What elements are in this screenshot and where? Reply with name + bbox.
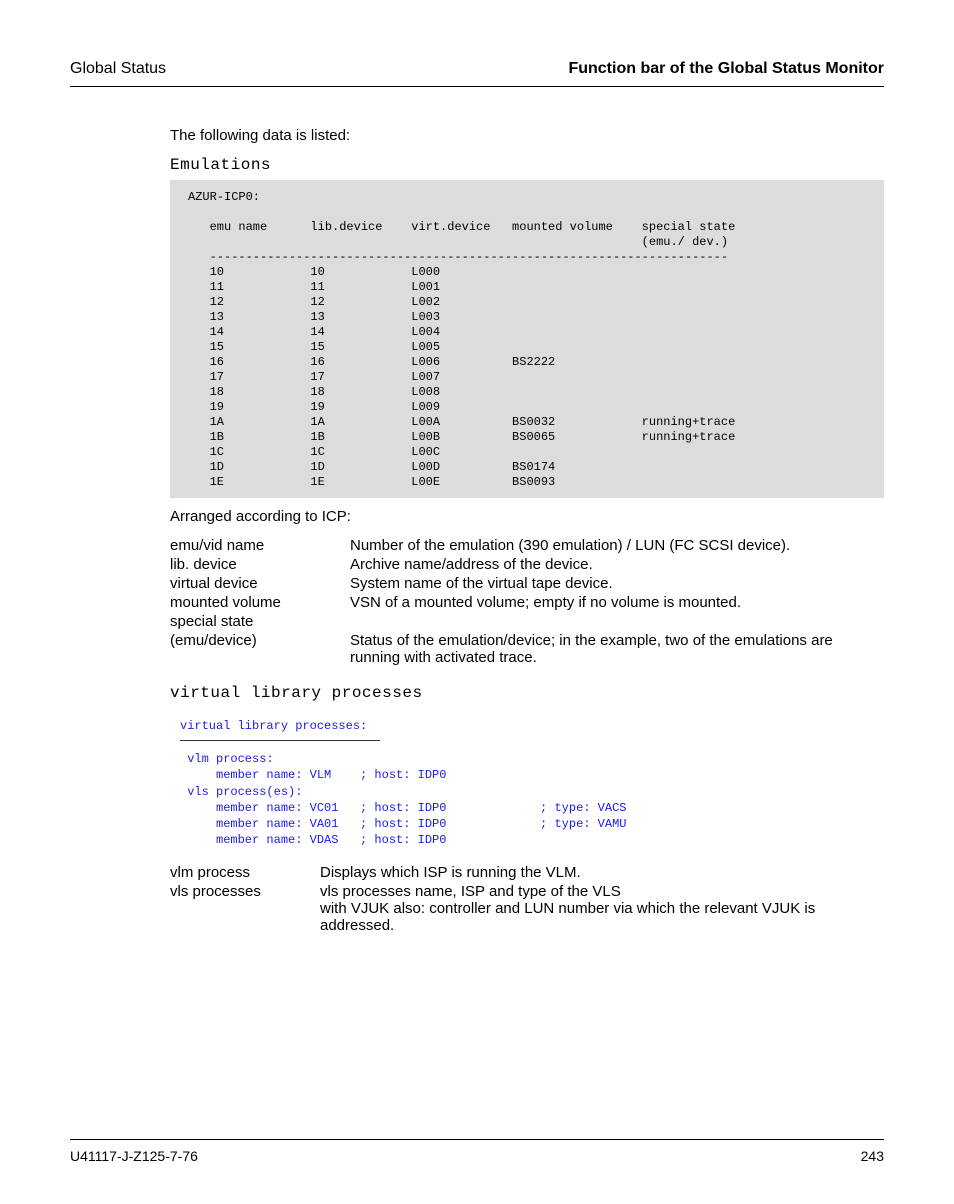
vlp-line: member name: VDAS ; host: IDP0 (180, 832, 644, 848)
definition-desc: Status of the emulation/device; in the e… (350, 632, 884, 666)
definition-desc: System name of the virtual tape device. (350, 575, 884, 592)
vlp-line: member name: VC01 ; host: IDP0 ; type: V… (180, 800, 644, 816)
footer-left: U41117-J-Z125-7-76 (70, 1148, 198, 1164)
page-content: The following data is listed: Emulations… (170, 127, 884, 1099)
definition-term: emu/vid name (170, 537, 350, 554)
definition-row: vls processesvls processes name, ISP and… (170, 883, 884, 934)
vlp-line: member name: VA01 ; host: IDP0 ; type: V… (180, 816, 644, 832)
definition-desc: Number of the emulation (390 emulation) … (350, 537, 884, 554)
arranged-text: Arranged according to ICP: (170, 508, 884, 525)
page-footer: U41117-J-Z125-7-76 243 (70, 1139, 884, 1164)
footer-right: 243 (861, 1148, 884, 1164)
definition-desc (350, 613, 884, 630)
header-right: Function bar of the Global Status Monito… (568, 60, 884, 78)
definition-row: vlm processDisplays which ISP is running… (170, 864, 884, 881)
definition-desc: Archive name/address of the device. (350, 556, 884, 573)
definition-row: (emu/device)Status of the emulation/devi… (170, 632, 884, 666)
header-left: Global Status (70, 60, 166, 78)
definition-list: emu/vid nameNumber of the emulation (390… (170, 537, 884, 666)
emulations-heading: Emulations (170, 156, 884, 174)
intro-text: The following data is listed: (170, 127, 884, 144)
definition-term: vlm process (170, 864, 320, 881)
definition-term: mounted volume (170, 594, 350, 611)
definition-term: (emu/device) (170, 632, 350, 666)
definition-term: virtual device (170, 575, 350, 592)
definition-desc: vls processes name, ISP and type of the … (320, 883, 884, 934)
definition-row: lib. deviceArchive name/address of the d… (170, 556, 884, 573)
vlp-title-line: virtual library processes: (180, 718, 644, 734)
definition-list-2: vlm processDisplays which ISP is running… (170, 864, 884, 934)
definition-row: virtual deviceSystem name of the virtual… (170, 575, 884, 592)
definition-row: mounted volumeVSN of a mounted volume; e… (170, 594, 884, 611)
definition-term: lib. device (170, 556, 350, 573)
definition-row: emu/vid nameNumber of the emulation (390… (170, 537, 884, 554)
vlp-terminal: virtual library processes: vlm process: … (170, 708, 660, 854)
page-header: Global Status Function bar of the Global… (70, 60, 884, 87)
vlp-heading: virtual library processes (170, 684, 884, 702)
definition-desc: VSN of a mounted volume; empty if no vol… (350, 594, 884, 611)
definition-term: special state (170, 613, 350, 630)
vlp-line: vlm process: (180, 751, 644, 767)
vlp-line: member name: VLM ; host: IDP0 (180, 767, 644, 783)
vlp-divider (180, 740, 380, 741)
emulations-terminal: AZUR-ICP0: emu name lib.device virt.devi… (170, 180, 884, 498)
definition-term: vls processes (170, 883, 320, 934)
vlp-line: vls process(es): (180, 784, 644, 800)
definition-desc: Displays which ISP is running the VLM. (320, 864, 884, 881)
definition-row: special state (170, 613, 884, 630)
